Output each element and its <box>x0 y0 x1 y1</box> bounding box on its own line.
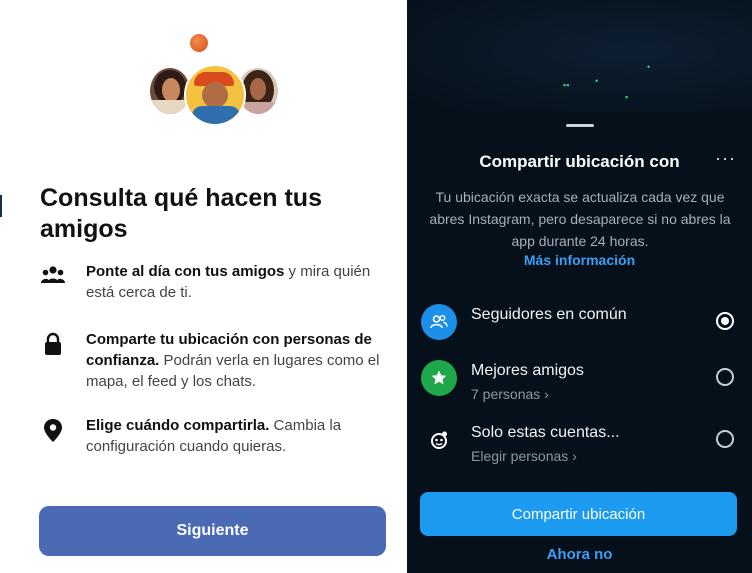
feature-text: Ponte al día con tus amigos y mira quién… <box>86 263 371 301</box>
option-close-friends[interactable]: Mejores amigos 7 personas › <box>421 358 741 402</box>
option-label: Seguidores en común <box>471 306 627 323</box>
location-pin-icon <box>44 419 62 442</box>
intro-panel: Consulta qué hacen tus amigos Ponte al d… <box>0 0 405 573</box>
feature-text: Comparte tu ubicación con personas de co… <box>86 331 380 390</box>
feature-text: Elige cuándo compartirla. Cambia la conf… <box>86 417 342 455</box>
avatar-friend-center <box>184 64 246 126</box>
lock-icon <box>45 332 61 355</box>
option-sublabel: 7 personas › <box>471 386 549 402</box>
sheet-title: Compartir ubicación con <box>479 152 680 171</box>
share-location-sheet: ▪▪ • ▪ • Compartir ubicación con ··· Tu … <box>407 0 752 573</box>
share-location-button[interactable]: Compartir ubicación <box>420 492 737 536</box>
map-marker-icon: • <box>647 62 651 72</box>
description-text: Tu ubicación exacta se actualiza cada ve… <box>429 189 731 249</box>
not-now-link[interactable]: Ahora no <box>407 546 752 563</box>
basketball-icon <box>190 34 208 52</box>
option-label: Mejores amigos <box>471 362 584 379</box>
people-group-icon <box>41 266 65 283</box>
map-background: ▪▪ • ▪ • <box>407 0 752 112</box>
learn-more-link[interactable]: Más información <box>407 252 752 268</box>
edge-marker <box>0 195 2 217</box>
map-marker-icon: • <box>595 76 599 86</box>
radio-unselected[interactable] <box>716 430 734 448</box>
map-marker-icon: ▪ <box>625 92 629 102</box>
friends-avatars <box>148 34 278 126</box>
option-selected-accounts[interactable]: Solo estas cuentas... Elegir personas › <box>421 420 741 464</box>
option-sublabel: Elegir personas › <box>471 448 577 464</box>
option-label: Solo estas cuentas... <box>471 424 620 441</box>
mutual-followers-icon <box>421 304 457 340</box>
star-icon <box>421 360 457 396</box>
radio-selected[interactable] <box>716 312 734 330</box>
more-options-icon[interactable]: ··· <box>715 148 736 169</box>
select-accounts-icon <box>421 422 457 458</box>
map-marker-icon: ▪▪ <box>563 80 570 90</box>
page-title: Consulta qué hacen tus amigos <box>40 184 322 243</box>
option-mutual-followers[interactable]: Seguidores en común <box>421 302 741 346</box>
next-button[interactable]: Siguiente <box>39 506 386 556</box>
drag-handle[interactable] <box>566 124 594 127</box>
radio-unselected[interactable] <box>716 368 734 386</box>
